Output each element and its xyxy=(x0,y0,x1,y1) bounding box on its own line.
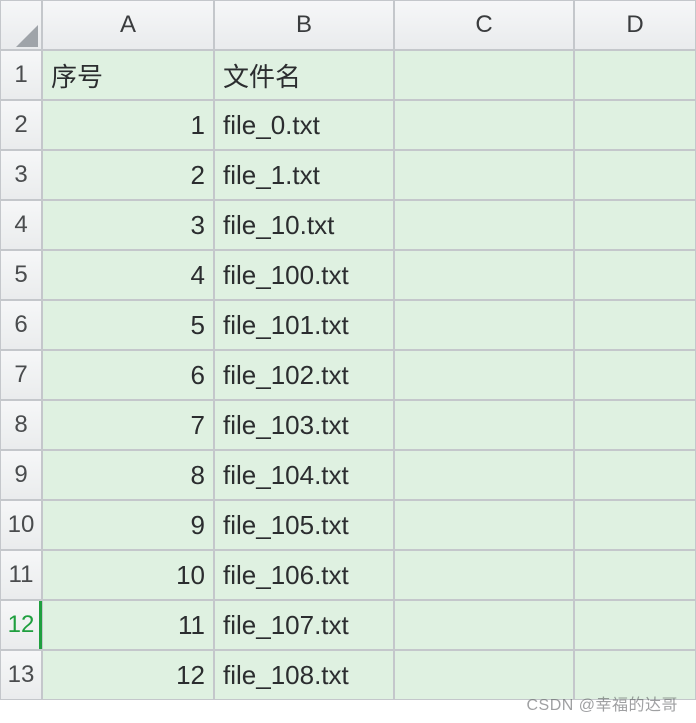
row-header[interactable]: 3 xyxy=(0,150,42,200)
cell-c[interactable] xyxy=(394,350,574,400)
col-header-b[interactable]: B xyxy=(214,0,394,50)
cell-d[interactable] xyxy=(574,150,696,200)
cell-d[interactable] xyxy=(574,500,696,550)
cell-b[interactable]: file_1.txt xyxy=(214,150,394,200)
cell-c[interactable] xyxy=(394,150,574,200)
cell-b[interactable]: file_10.txt xyxy=(214,200,394,250)
cell-b[interactable]: file_107.txt xyxy=(214,600,394,650)
cell-c[interactable] xyxy=(394,500,574,550)
cell-b[interactable]: file_0.txt xyxy=(214,100,394,150)
cell-c[interactable] xyxy=(394,250,574,300)
cell-c[interactable] xyxy=(394,450,574,500)
cell-b[interactable]: file_102.txt xyxy=(214,350,394,400)
row-header[interactable]: 13 xyxy=(0,650,42,700)
row-header[interactable]: 4 xyxy=(0,200,42,250)
row-header[interactable]: 9 xyxy=(0,450,42,500)
cell-d[interactable] xyxy=(574,350,696,400)
cell-c[interactable] xyxy=(394,100,574,150)
select-all-corner[interactable] xyxy=(0,0,42,50)
cell-b[interactable]: file_105.txt xyxy=(214,500,394,550)
cell-d[interactable] xyxy=(574,600,696,650)
cell-b[interactable]: file_101.txt xyxy=(214,300,394,350)
cell-a[interactable]: 4 xyxy=(42,250,214,300)
cell-a[interactable]: 11 xyxy=(42,600,214,650)
cell-a[interactable]: 7 xyxy=(42,400,214,450)
watermark-text: CSDN @幸福的达哥 xyxy=(526,691,678,715)
cell-d1[interactable] xyxy=(574,50,696,100)
cell-b[interactable]: file_103.txt xyxy=(214,400,394,450)
cell-d[interactable] xyxy=(574,400,696,450)
select-all-triangle-icon xyxy=(16,25,38,47)
col-header-c[interactable]: C xyxy=(394,0,574,50)
cell-c[interactable] xyxy=(394,600,574,650)
cell-c[interactable] xyxy=(394,200,574,250)
cell-c[interactable] xyxy=(394,400,574,450)
cell-b[interactable]: file_104.txt xyxy=(214,450,394,500)
cell-b[interactable]: file_106.txt xyxy=(214,550,394,600)
row-header[interactable]: 6 xyxy=(0,300,42,350)
cell-d[interactable] xyxy=(574,450,696,500)
cell-b[interactable]: file_100.txt xyxy=(214,250,394,300)
row-header[interactable]: 11 xyxy=(0,550,42,600)
cell-d[interactable] xyxy=(574,200,696,250)
row-header[interactable]: 10 xyxy=(0,500,42,550)
row-header[interactable]: 12 xyxy=(0,600,42,650)
cell-a[interactable]: 6 xyxy=(42,350,214,400)
cell-a[interactable]: 9 xyxy=(42,500,214,550)
cell-a1[interactable]: 序号 xyxy=(42,50,214,100)
row-header[interactable]: 7 xyxy=(0,350,42,400)
row-header[interactable]: 5 xyxy=(0,250,42,300)
cell-c[interactable] xyxy=(394,550,574,600)
cell-a[interactable]: 3 xyxy=(42,200,214,250)
cell-a[interactable]: 5 xyxy=(42,300,214,350)
col-header-d[interactable]: D xyxy=(574,0,696,50)
cell-a[interactable]: 12 xyxy=(42,650,214,700)
row-header[interactable]: 2 xyxy=(0,100,42,150)
cell-d[interactable] xyxy=(574,100,696,150)
cell-d[interactable] xyxy=(574,250,696,300)
col-header-a[interactable]: A xyxy=(42,0,214,50)
row-header[interactable]: 1 xyxy=(0,50,42,100)
cell-a[interactable]: 2 xyxy=(42,150,214,200)
cell-c[interactable] xyxy=(394,300,574,350)
cell-b1[interactable]: 文件名 xyxy=(214,50,394,100)
spreadsheet-grid[interactable]: A B C D 1 序号 文件名 2 1 file_0.txt 3 2 file… xyxy=(0,0,696,700)
cell-c1[interactable] xyxy=(394,50,574,100)
cell-d[interactable] xyxy=(574,300,696,350)
cell-a[interactable]: 1 xyxy=(42,100,214,150)
cell-a[interactable]: 8 xyxy=(42,450,214,500)
cell-d[interactable] xyxy=(574,550,696,600)
cell-b[interactable]: file_108.txt xyxy=(214,650,394,700)
row-header[interactable]: 8 xyxy=(0,400,42,450)
cell-a[interactable]: 10 xyxy=(42,550,214,600)
